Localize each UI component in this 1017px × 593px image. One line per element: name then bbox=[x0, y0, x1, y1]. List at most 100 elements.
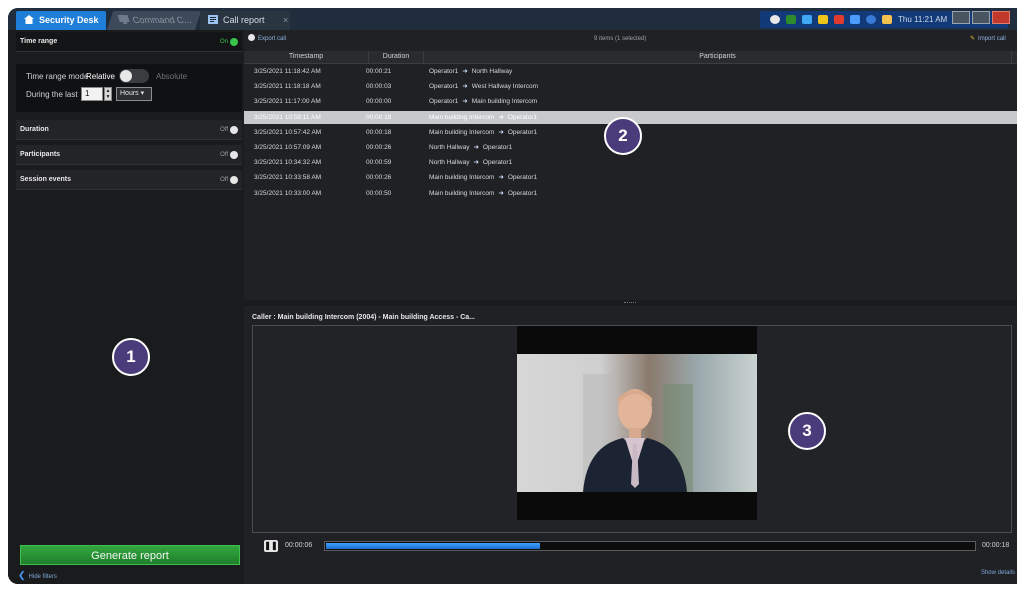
during-value-input[interactable]: 1 bbox=[81, 87, 103, 101]
health-icon[interactable] bbox=[786, 15, 796, 24]
arrow-right-icon: ➜ bbox=[473, 159, 479, 167]
tab-call-report[interactable]: Call report × bbox=[200, 11, 290, 30]
table-row[interactable]: 3/25/2021 11:18:42 AM 00:00:21 Operator1 ➜ N… bbox=[244, 65, 1017, 78]
relative-label: Relative bbox=[86, 72, 115, 81]
duration-cell: 00:00:26 bbox=[366, 144, 392, 151]
duration-cell: 00:00:26 bbox=[366, 174, 392, 182]
table-row[interactable]: 3/25/2021 11:18:18 AM 00:00:03 Operator1 ➜ W… bbox=[244, 80, 1017, 93]
toggle-off-icon[interactable] bbox=[230, 176, 238, 184]
arrow-right-icon: ➜ bbox=[462, 83, 468, 91]
participants-cell: Operator1 ➜ North Hallway bbox=[429, 65, 829, 78]
alarm-icon[interactable] bbox=[818, 15, 828, 24]
maximize-button[interactable] bbox=[972, 11, 990, 24]
close-tab-icon[interactable]: × bbox=[283, 15, 288, 25]
switch-knob bbox=[120, 70, 132, 82]
monitor-icon bbox=[117, 12, 130, 24]
arrow-right-icon: ➜ bbox=[498, 189, 504, 197]
close-window-button[interactable] bbox=[992, 11, 1010, 24]
hide-filters-label: Hide filters bbox=[28, 574, 57, 580]
callee-name: Operator1 bbox=[507, 113, 538, 121]
monitor-tray-icon[interactable] bbox=[802, 15, 812, 24]
participants-header[interactable]: Participants Off bbox=[16, 145, 242, 165]
unit-select[interactable]: Hours ▾ bbox=[116, 87, 152, 101]
participants-cell: North Hallway ➜ Operator1 bbox=[429, 156, 829, 169]
system-tray: Thu 11:21 AM bbox=[760, 11, 1008, 28]
import-icon: ✎ bbox=[970, 36, 976, 42]
table-row[interactable]: 3/25/2021 10:33:58 AM 00:00:26 Main buildi… bbox=[244, 171, 1017, 184]
title-bar: Security Desk Command C... Call report × bbox=[8, 8, 1017, 30]
table-row[interactable]: 3/25/2021 11:17:00 AM 00:00:00 Operator1 ➜ M… bbox=[244, 95, 1017, 108]
timestamp-cell: 3/25/2021 10:33:58 AM bbox=[254, 174, 322, 182]
callee-name: Main building Intercom bbox=[471, 98, 538, 106]
intrusion-icon[interactable] bbox=[834, 15, 844, 24]
session-events-header[interactable]: Session events Off bbox=[16, 170, 242, 190]
user-icon[interactable] bbox=[882, 15, 892, 24]
duration-cell: 00:00:00 bbox=[366, 98, 392, 106]
callee-name: North Hallway bbox=[471, 68, 513, 75]
pause-button[interactable]: ❚❚ bbox=[264, 540, 278, 552]
unit-value: Hours bbox=[120, 90, 139, 97]
seek-track[interactable] bbox=[324, 541, 976, 551]
toggle-label: Off bbox=[220, 177, 228, 183]
export-icon bbox=[248, 34, 255, 41]
volume-icon[interactable] bbox=[850, 15, 860, 24]
chevron-left-icon: ❮ bbox=[18, 570, 26, 580]
video-frame bbox=[517, 326, 757, 520]
col-duration[interactable]: Duration bbox=[369, 51, 424, 63]
arrow-right-icon: ➜ bbox=[498, 113, 504, 121]
timestamp-cell: 3/25/2021 10:33:00 AM bbox=[254, 189, 322, 197]
tab-command-center[interactable]: Command C... bbox=[106, 11, 202, 30]
caller-name: Operator1 bbox=[429, 68, 459, 75]
col-timestamp[interactable]: Timestamp bbox=[244, 51, 369, 63]
toggle-label: On bbox=[219, 39, 228, 45]
duration-cell: 00:00:59 bbox=[366, 159, 392, 167]
mode-switch[interactable] bbox=[119, 69, 149, 83]
pane-splitter[interactable] bbox=[244, 300, 1017, 306]
end-time: 00:00:18 bbox=[982, 542, 1010, 549]
generate-report-button[interactable]: Generate report bbox=[20, 545, 240, 565]
timestamp-cell: 3/25/2021 11:18:42 AM bbox=[254, 68, 321, 75]
callout-badge-2: 2 bbox=[604, 117, 642, 155]
show-details-link[interactable]: Show details bbox=[981, 570, 1015, 576]
table-row[interactable]: 3/25/2021 10:34:32 AM 00:00:59 North Hallw… bbox=[244, 156, 1017, 169]
duration-cell: 00:00:21 bbox=[366, 68, 392, 75]
import-label: Import call bbox=[978, 36, 1006, 42]
section-title: Session events bbox=[20, 176, 71, 183]
participants-cell: Main building Intercom ➜ Operator1 bbox=[429, 187, 829, 200]
person-image bbox=[583, 374, 693, 492]
tab-security-desk[interactable]: Security Desk bbox=[16, 11, 106, 30]
current-time: 00:00:06 bbox=[285, 542, 313, 549]
caller-name: North Hallway bbox=[429, 159, 470, 167]
caller-title: Caller : Main building Intercom (2004) -… bbox=[252, 314, 475, 321]
app-window: Security Desk Command C... Call report × bbox=[8, 8, 1017, 584]
hide-filters-link[interactable]: ❮ Hide filters bbox=[18, 570, 57, 581]
callee-name: Operator1 bbox=[507, 174, 538, 182]
report-panel: Export call 9 items (1 selected) ✎ Import… bbox=[244, 30, 1017, 584]
export-call-button[interactable]: Export call bbox=[248, 30, 286, 48]
import-call-button[interactable]: ✎ Import call bbox=[970, 30, 1006, 48]
network-icon[interactable] bbox=[866, 15, 876, 24]
gear-icon[interactable] bbox=[770, 15, 780, 24]
callee-name: Operator1 bbox=[507, 128, 538, 136]
section-title: Participants bbox=[20, 151, 61, 158]
col-participants[interactable]: Participants bbox=[424, 51, 1012, 63]
table-row[interactable]: 3/25/2021 10:33:00 AM 00:00:50 Main buildi… bbox=[244, 187, 1017, 200]
time-range-header[interactable]: Time range On bbox=[16, 32, 242, 52]
minimize-button[interactable] bbox=[952, 11, 970, 24]
duration-header[interactable]: Duration Off bbox=[16, 120, 242, 140]
playback-bar: ❚❚ 00:00:06 00:00:18 bbox=[244, 536, 1017, 556]
caller-name: Main building Intercom bbox=[429, 189, 495, 197]
duration-cell: 00:00:18 bbox=[366, 113, 392, 121]
toggle-on-icon[interactable] bbox=[230, 38, 238, 46]
during-label: During the last bbox=[26, 90, 78, 99]
participants-cell: Operator1 ➜ Main building Intercom bbox=[429, 95, 829, 108]
toggle-off-icon[interactable] bbox=[230, 126, 238, 134]
tab-label: Call report bbox=[223, 15, 265, 25]
toggle-off-icon[interactable] bbox=[230, 151, 238, 159]
caller-name: Main building Intercom bbox=[429, 128, 495, 136]
video-tile[interactable] bbox=[252, 325, 1012, 533]
timestamp-cell: 3/25/2021 10:57:09 AM bbox=[254, 144, 322, 151]
seek-progress bbox=[326, 543, 540, 549]
callee-name: Operator1 bbox=[507, 189, 538, 197]
value-stepper[interactable]: ▲ ▼ bbox=[104, 87, 112, 101]
